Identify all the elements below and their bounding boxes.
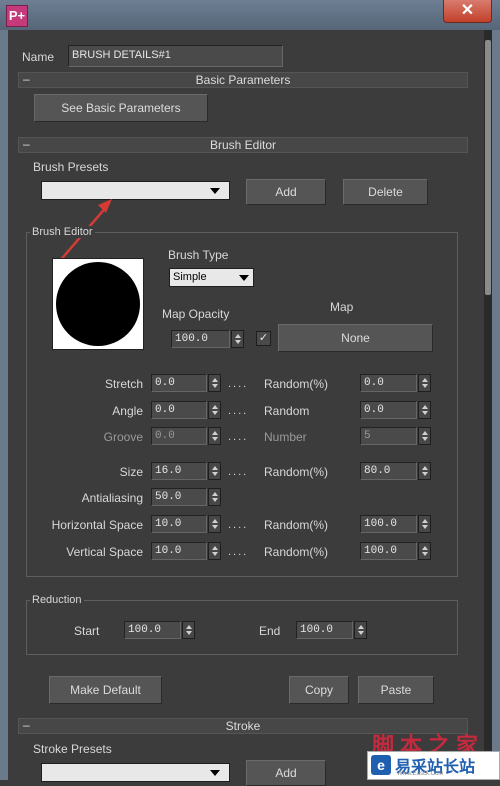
horizontal-space-random-spinner[interactable]: [418, 515, 431, 533]
chevron-down-icon: [210, 770, 220, 776]
vertical-space-field[interactable]: 10.0: [151, 542, 207, 560]
delete-preset-button[interactable]: Delete: [343, 179, 428, 205]
map-opacity-spinner[interactable]: [231, 330, 244, 348]
vertical-space-random-label: Random(%): [264, 545, 329, 559]
size-random-label: Random(%): [264, 465, 329, 479]
angle-random-label: Random: [264, 404, 310, 418]
size-random-field[interactable]: 80.0: [360, 462, 417, 480]
vertical-space-random-field[interactable]: 100.0: [360, 542, 417, 560]
map-opacity-field[interactable]: 100.0: [171, 330, 230, 348]
rollout-basic-parameters[interactable]: – Basic Parameters: [18, 72, 468, 88]
make-default-button[interactable]: Make Default: [49, 676, 162, 704]
start-field[interactable]: 100.0: [124, 621, 181, 639]
angle-spinner[interactable]: [208, 401, 221, 419]
angle-label: Angle: [112, 404, 143, 418]
close-button[interactable]: ✕: [443, 0, 492, 23]
name-label: Name: [22, 50, 55, 64]
collapse-toggle[interactable]: –: [23, 718, 30, 733]
end-spinner[interactable]: [354, 621, 367, 639]
horizontal-space-random-label: Random(%): [264, 518, 329, 532]
vertical-space-random-spinner[interactable]: [418, 542, 431, 560]
angle-field[interactable]: 0.0: [151, 401, 207, 419]
app-icon: P+: [6, 5, 28, 27]
start-spinner[interactable]: [182, 621, 195, 639]
dropdown-value: Simple: [173, 271, 207, 283]
vertical-space-label: Vertical Space: [66, 545, 143, 559]
size-label: Size: [119, 465, 143, 479]
separator-dots: ....: [228, 519, 249, 531]
collapse-toggle[interactable]: –: [23, 137, 30, 152]
groove-number-spinner[interactable]: [418, 427, 431, 445]
map-label: Map: [330, 300, 354, 314]
paste-button[interactable]: Paste: [358, 676, 434, 704]
rollout-title: Brush Editor: [209, 138, 277, 152]
separator-dots: ....: [228, 466, 249, 478]
separator-dots: ....: [228, 431, 249, 443]
logo-e-icon: e: [371, 755, 391, 775]
groove-field[interactable]: 0.0: [151, 427, 207, 445]
rollout-brush-editor[interactable]: – Brush Editor: [18, 137, 468, 153]
size-random-spinner[interactable]: [418, 462, 431, 480]
name-field[interactable]: BRUSH DETAILS#1: [68, 45, 283, 67]
groove-label: Groove: [103, 430, 143, 444]
title-bar: [0, 0, 500, 30]
brush-type-label: Brush Type: [168, 248, 229, 262]
groove-number-label: Number: [264, 430, 307, 444]
angle-random-field[interactable]: 0.0: [360, 401, 417, 419]
size-spinner[interactable]: [208, 462, 221, 480]
collapse-toggle[interactable]: –: [23, 72, 30, 87]
copy-button[interactable]: Copy: [289, 676, 349, 704]
horizontal-space-field[interactable]: 10.0: [151, 515, 207, 533]
add-stroke-preset-button[interactable]: Add: [246, 760, 326, 786]
horizontal-space-random-field[interactable]: 100.0: [360, 515, 417, 533]
watermark-logo: e 易采站长站 Www.Easck.Com: [367, 751, 500, 780]
stretch-field[interactable]: 0.0: [151, 374, 207, 392]
stretch-random-label: Random(%): [264, 377, 329, 391]
separator-dots: ....: [228, 378, 249, 390]
map-enable-checkbox[interactable]: ✓: [256, 331, 271, 346]
horizontal-space-spinner[interactable]: [208, 515, 221, 533]
see-basic-parameters-button[interactable]: See Basic Parameters: [34, 94, 208, 122]
stroke-presets-dropdown[interactable]: [41, 763, 230, 782]
scrollbar-thumb[interactable]: [485, 40, 491, 295]
antialiasing-spinner[interactable]: [208, 488, 221, 506]
groove-number-field[interactable]: 5: [360, 427, 417, 445]
vertical-space-spinner[interactable]: [208, 542, 221, 560]
start-label: Start: [74, 624, 100, 638]
horizontal-space-label: Horizontal Space: [51, 518, 143, 532]
stretch-spinner[interactable]: [208, 374, 221, 392]
end-field[interactable]: 100.0: [296, 621, 353, 639]
size-field[interactable]: 16.0: [151, 462, 207, 480]
separator-dots: ....: [228, 405, 249, 417]
groove-spinner[interactable]: [208, 427, 221, 445]
separator-dots: ....: [228, 546, 249, 558]
add-preset-button[interactable]: Add: [246, 179, 326, 205]
end-label: End: [259, 624, 281, 638]
brush-presets-label: Brush Presets: [33, 160, 109, 174]
antialiasing-label: Antialiasing: [81, 491, 143, 505]
chevron-down-icon: [210, 188, 220, 194]
window-frame-right: [492, 30, 500, 780]
brush-type-dropdown[interactable]: Simple: [169, 268, 254, 287]
angle-random-spinner[interactable]: [418, 401, 431, 419]
group-title: Reduction: [30, 594, 84, 606]
stroke-presets-label: Stroke Presets: [33, 742, 112, 756]
group-title: Brush Editor: [30, 226, 95, 238]
window-frame-left: [0, 30, 8, 780]
stretch-random-spinner[interactable]: [418, 374, 431, 392]
watermark-site-url: Www.Easck.Com: [397, 771, 444, 777]
chevron-down-icon: [239, 275, 249, 281]
brush-preview: [52, 258, 144, 350]
rollout-title: Stroke: [225, 719, 261, 733]
stretch-random-field[interactable]: 0.0: [360, 374, 417, 392]
rollout-title: Basic Parameters: [195, 73, 291, 87]
map-opacity-label: Map Opacity: [162, 307, 230, 321]
brush-shape-icon: [56, 262, 140, 346]
map-button[interactable]: None: [278, 324, 433, 352]
stretch-label: Stretch: [104, 377, 143, 391]
antialiasing-field[interactable]: 50.0: [151, 488, 207, 506]
